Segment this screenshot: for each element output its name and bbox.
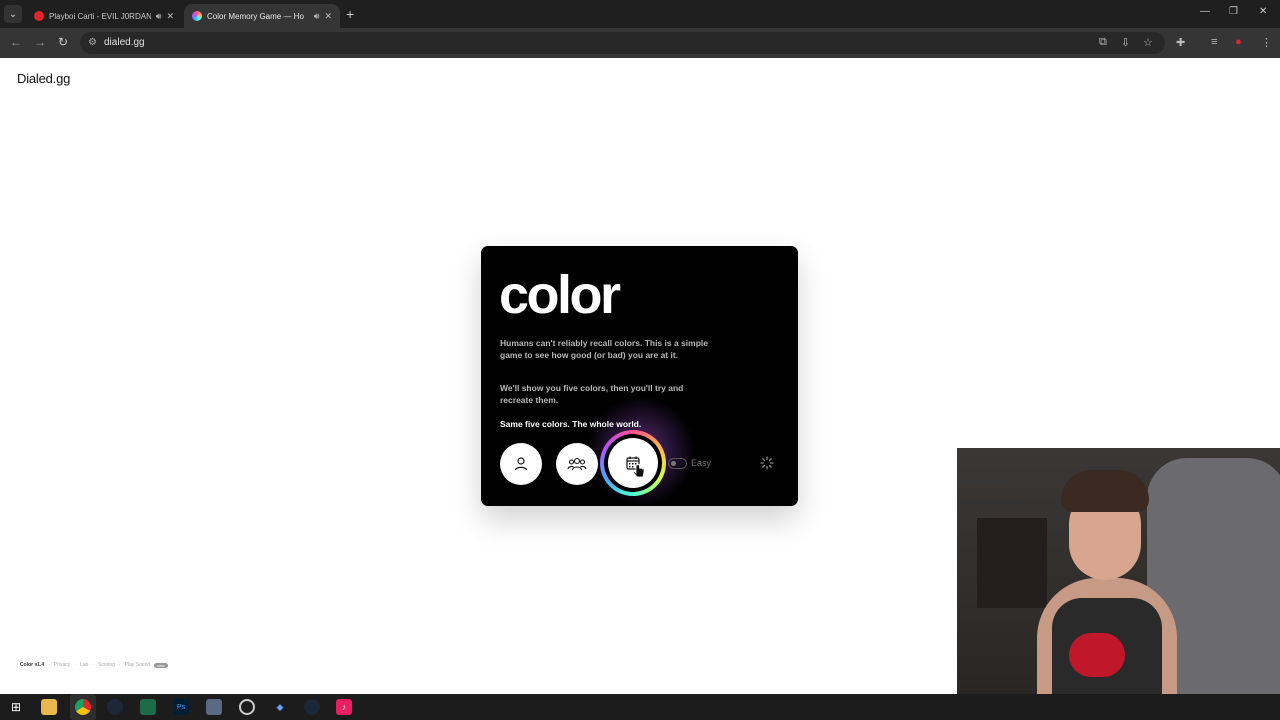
multiplayer-mode-button[interactable] — [556, 443, 598, 485]
steam-icon[interactable] — [107, 699, 123, 715]
profile-avatar-icon[interactable]: ● — [1235, 36, 1242, 48]
bookmark-star-icon[interactable]: ☆ — [1143, 36, 1153, 49]
obs-icon[interactable] — [239, 699, 255, 715]
photoshop-icon[interactable]: Ps — [173, 699, 189, 715]
restore-icon[interactable]: ❐ — [1229, 6, 1238, 17]
game-title: color — [499, 265, 621, 325]
person-icon — [514, 457, 528, 471]
os-taskbar: ⊞ Ps ◆ ♪ — [0, 694, 1280, 720]
new-badge: new — [154, 662, 168, 668]
browser-toolbar: ← → ↻ ⚙ dialed.gg ⧉ ⇩ ☆ ✚ ≡ ● ⋮ — [0, 28, 1280, 58]
new-tab-icon[interactable]: + — [346, 6, 354, 22]
close-window-icon[interactable]: ✕ — [1259, 6, 1267, 17]
solo-mode-button[interactable] — [500, 443, 542, 485]
footer-link-lab[interactable]: Lab — [80, 662, 88, 668]
close-tab-icon[interactable]: ✕ — [166, 11, 174, 22]
close-tab-icon[interactable]: ✕ — [324, 11, 332, 22]
address-bar[interactable]: ⚙ dialed.gg — [80, 32, 1165, 54]
browser-tab-music[interactable]: Playboi Carti - EVIL J0RDAN 🔊︎ ✕ — [26, 4, 182, 28]
tagline: Same five colors. The whole world. — [500, 419, 642, 429]
site-footer: Color v1.4 · Privacy · Lab · Scoring · P… — [20, 662, 168, 668]
tab-title: Color Memory Game — Ho — [207, 11, 304, 21]
site-logo[interactable]: Dialed.gg — [17, 71, 70, 86]
tab-title: Playboi Carti - EVIL J0RDAN — [49, 11, 151, 21]
calculator-icon[interactable] — [206, 699, 222, 715]
windows-start-icon[interactable]: ⊞ — [8, 699, 24, 715]
browser-tab-color-game[interactable]: Color Memory Game — Ho 🔊︎ ✕ — [184, 4, 340, 28]
media-control-icon[interactable]: ≡ — [1211, 36, 1217, 48]
youtube-icon — [34, 11, 44, 21]
browser-tab-bar: ⌄ Playboi Carti - EVIL J0RDAN 🔊︎ ✕ Color… — [0, 0, 1280, 28]
webcam-shelf — [977, 518, 1047, 608]
forward-icon[interactable]: → — [34, 35, 46, 49]
site-info-icon[interactable]: ⚙ — [88, 37, 97, 48]
chrome-icon[interactable] — [75, 699, 91, 715]
speaker-icon[interactable]: 🔊︎ — [314, 11, 320, 22]
steam-icon-2[interactable] — [304, 699, 320, 715]
footer-link-scoring[interactable]: Scoring — [98, 662, 115, 668]
app-icon-diamond[interactable]: ◆ — [272, 699, 288, 715]
footer-link-privacy[interactable]: Privacy — [54, 662, 70, 668]
install-app-icon[interactable]: ⇩ — [1121, 36, 1130, 49]
footer-link-play-sound[interactable]: Play Sound — [125, 662, 151, 668]
reload-icon[interactable]: ↻ — [58, 35, 68, 49]
tiktok-icon[interactable]: ♪ — [336, 699, 352, 715]
instructions-paragraph: We'll show you five colors, then you'll … — [500, 383, 684, 405]
translate-icon[interactable]: ⧉ — [1099, 36, 1107, 49]
difficulty-toggle[interactable] — [668, 458, 687, 469]
game-card: color Humans can't reliably recall color… — [481, 246, 798, 506]
file-explorer-icon[interactable] — [41, 699, 57, 715]
settings-spinner-icon[interactable] — [760, 456, 774, 470]
webcam-microphone — [1069, 633, 1125, 677]
speaker-icon[interactable]: 🔊︎ — [156, 11, 162, 22]
hand-cursor-icon — [633, 464, 645, 478]
webcam-overlay — [957, 448, 1280, 694]
menu-kebab-icon[interactable]: ⋮ — [1261, 36, 1272, 49]
intro-paragraph: Humans can't reliably recall colors. Thi… — [500, 338, 708, 360]
tab-list-button[interactable]: ⌄ — [4, 5, 22, 23]
version-label: Color v1.4 — [20, 662, 45, 668]
app-icon-green[interactable] — [140, 699, 156, 715]
color-game-icon — [192, 11, 202, 21]
extensions-icon[interactable]: ✚ — [1176, 36, 1185, 49]
difficulty-label: Easy — [691, 458, 712, 468]
webcam-person-hair — [1061, 470, 1149, 512]
daily-challenge-button[interactable] — [608, 438, 658, 488]
group-icon — [567, 457, 587, 471]
back-icon[interactable]: ← — [10, 35, 22, 49]
url-text: dialed.gg — [104, 37, 145, 48]
minimize-icon[interactable]: — — [1200, 6, 1210, 17]
